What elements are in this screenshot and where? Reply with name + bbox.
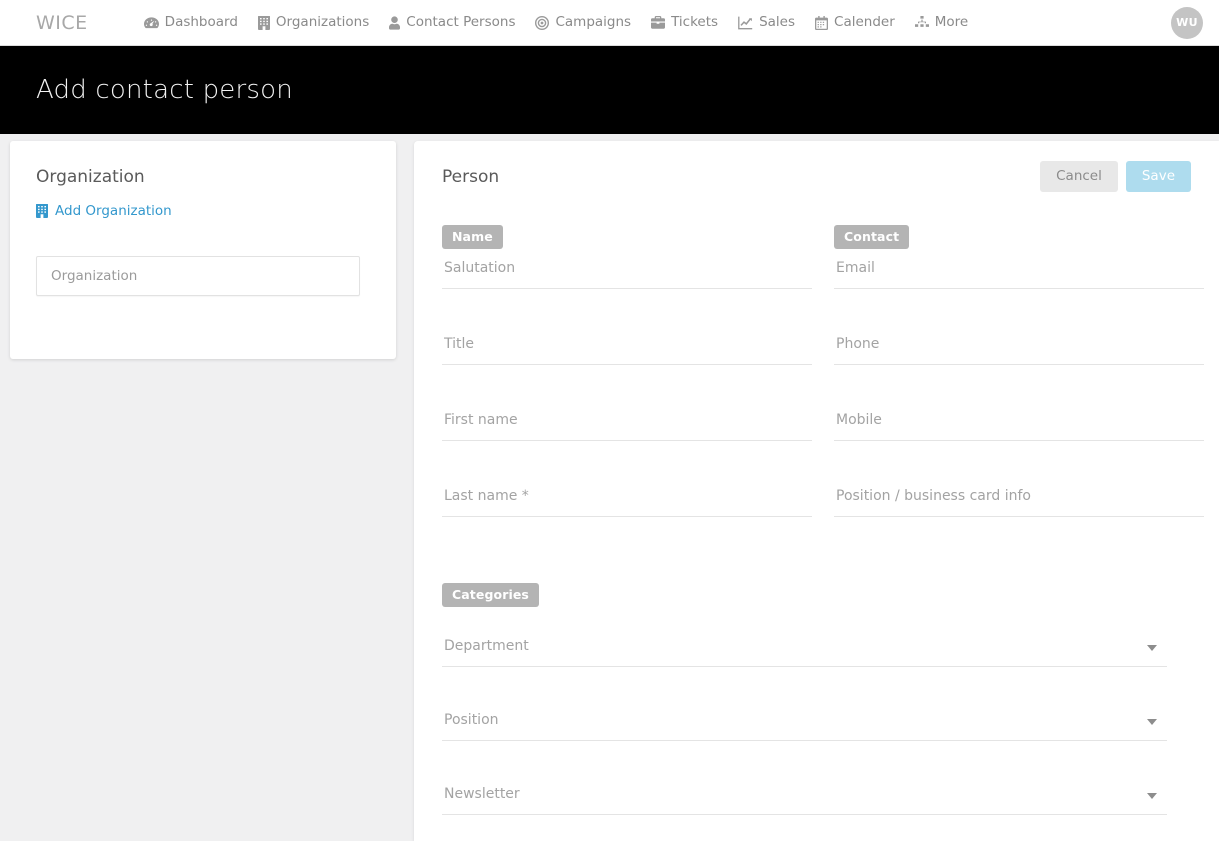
building-icon <box>36 204 48 218</box>
newsletter-field[interactable] <box>442 781 1167 841</box>
user-icon <box>389 15 401 30</box>
content-area: Organization Add Organization Person Can… <box>0 134 1219 841</box>
nav-item-label: Sales <box>759 13 796 30</box>
nav-item-contact-persons[interactable]: Contact Persons <box>389 13 516 30</box>
nav-item-label: Calender <box>834 13 895 30</box>
email-field <box>834 255 1204 331</box>
mobile-field <box>834 407 1204 483</box>
person-card: Person Cancel Save Name Contact Salutati… <box>414 141 1219 841</box>
nav-item-label: Contact Persons <box>406 13 516 30</box>
department-field[interactable] <box>442 633 1167 707</box>
contact-badge: Contact <box>834 225 910 249</box>
first-name-input[interactable] <box>442 407 812 441</box>
nav-item-organizations[interactable]: Organizations <box>257 13 370 30</box>
page-header-bar: Add contact person <box>0 46 1219 134</box>
dashboard-icon <box>143 16 159 30</box>
nav-item-label: Dashboard <box>164 13 238 30</box>
person-form-grid: Name Contact <box>442 225 1204 559</box>
briefcase-icon <box>651 16 666 29</box>
sitemap-icon <box>914 16 929 29</box>
nav-item-campaigns[interactable]: Campaigns <box>535 13 632 30</box>
line-chart-icon <box>738 16 753 30</box>
nav-item-calender[interactable]: Calender <box>815 13 895 30</box>
calendar-icon <box>815 15 829 30</box>
nav-item-more[interactable]: More <box>914 13 969 30</box>
categories-section: Categories <box>442 583 1191 841</box>
top-navbar: WICE Dashboard Organizations Contact Per… <box>0 0 1219 46</box>
department-select-input[interactable] <box>442 633 1167 667</box>
first-name-field <box>442 407 812 483</box>
page-title: Add contact person <box>36 75 293 105</box>
last-name-input[interactable] <box>442 483 812 517</box>
categories-fields <box>442 633 1191 841</box>
categories-badge: Categories <box>442 583 539 607</box>
contact-section-header: Contact <box>834 225 1204 255</box>
position-field[interactable] <box>442 707 1167 781</box>
organization-card: Organization Add Organization <box>10 141 396 359</box>
cancel-button[interactable]: Cancel <box>1040 161 1118 192</box>
position-business-card-input[interactable] <box>834 483 1204 517</box>
save-button[interactable]: Save <box>1125 161 1191 192</box>
position-business-card-field <box>834 483 1204 559</box>
building-icon <box>257 15 270 30</box>
add-organization-label: Add Organization <box>55 203 172 219</box>
title-field <box>442 331 812 407</box>
nav-item-sales[interactable]: Sales <box>738 13 796 30</box>
nav-item-label: Campaigns <box>555 13 632 30</box>
organization-card-title: Organization <box>36 167 145 187</box>
email-input[interactable] <box>834 255 1204 289</box>
name-section-header: Name <box>442 225 812 255</box>
newsletter-select-input[interactable] <box>442 781 1167 815</box>
target-icon <box>535 15 550 30</box>
title-input[interactable] <box>442 331 812 365</box>
position-select-input[interactable] <box>442 707 1167 741</box>
nav-item-label: Organizations <box>275 13 370 30</box>
wice-logo[interactable]: WICE <box>36 12 88 34</box>
phone-field <box>834 331 1204 407</box>
mobile-input[interactable] <box>834 407 1204 441</box>
person-card-header: Person Cancel Save <box>442 161 1191 203</box>
phone-input[interactable] <box>834 331 1204 365</box>
form-action-buttons: Cancel Save <box>1040 161 1191 192</box>
nav-item-label: More <box>934 13 969 30</box>
nav-item-tickets[interactable]: Tickets <box>651 13 719 30</box>
last-name-field <box>442 483 812 559</box>
person-card-title: Person <box>442 167 500 187</box>
main-nav: Dashboard Organizations Contact Persons … <box>143 13 969 30</box>
add-organization-link[interactable]: Add Organization <box>36 203 172 219</box>
avatar[interactable]: WU <box>1171 6 1203 39</box>
salutation-input[interactable] <box>442 255 812 289</box>
nav-item-dashboard[interactable]: Dashboard <box>143 13 238 30</box>
salutation-field <box>442 255 812 331</box>
nav-item-label: Tickets <box>671 13 719 30</box>
name-badge: Name <box>442 225 503 249</box>
organization-search-input[interactable] <box>36 256 360 296</box>
